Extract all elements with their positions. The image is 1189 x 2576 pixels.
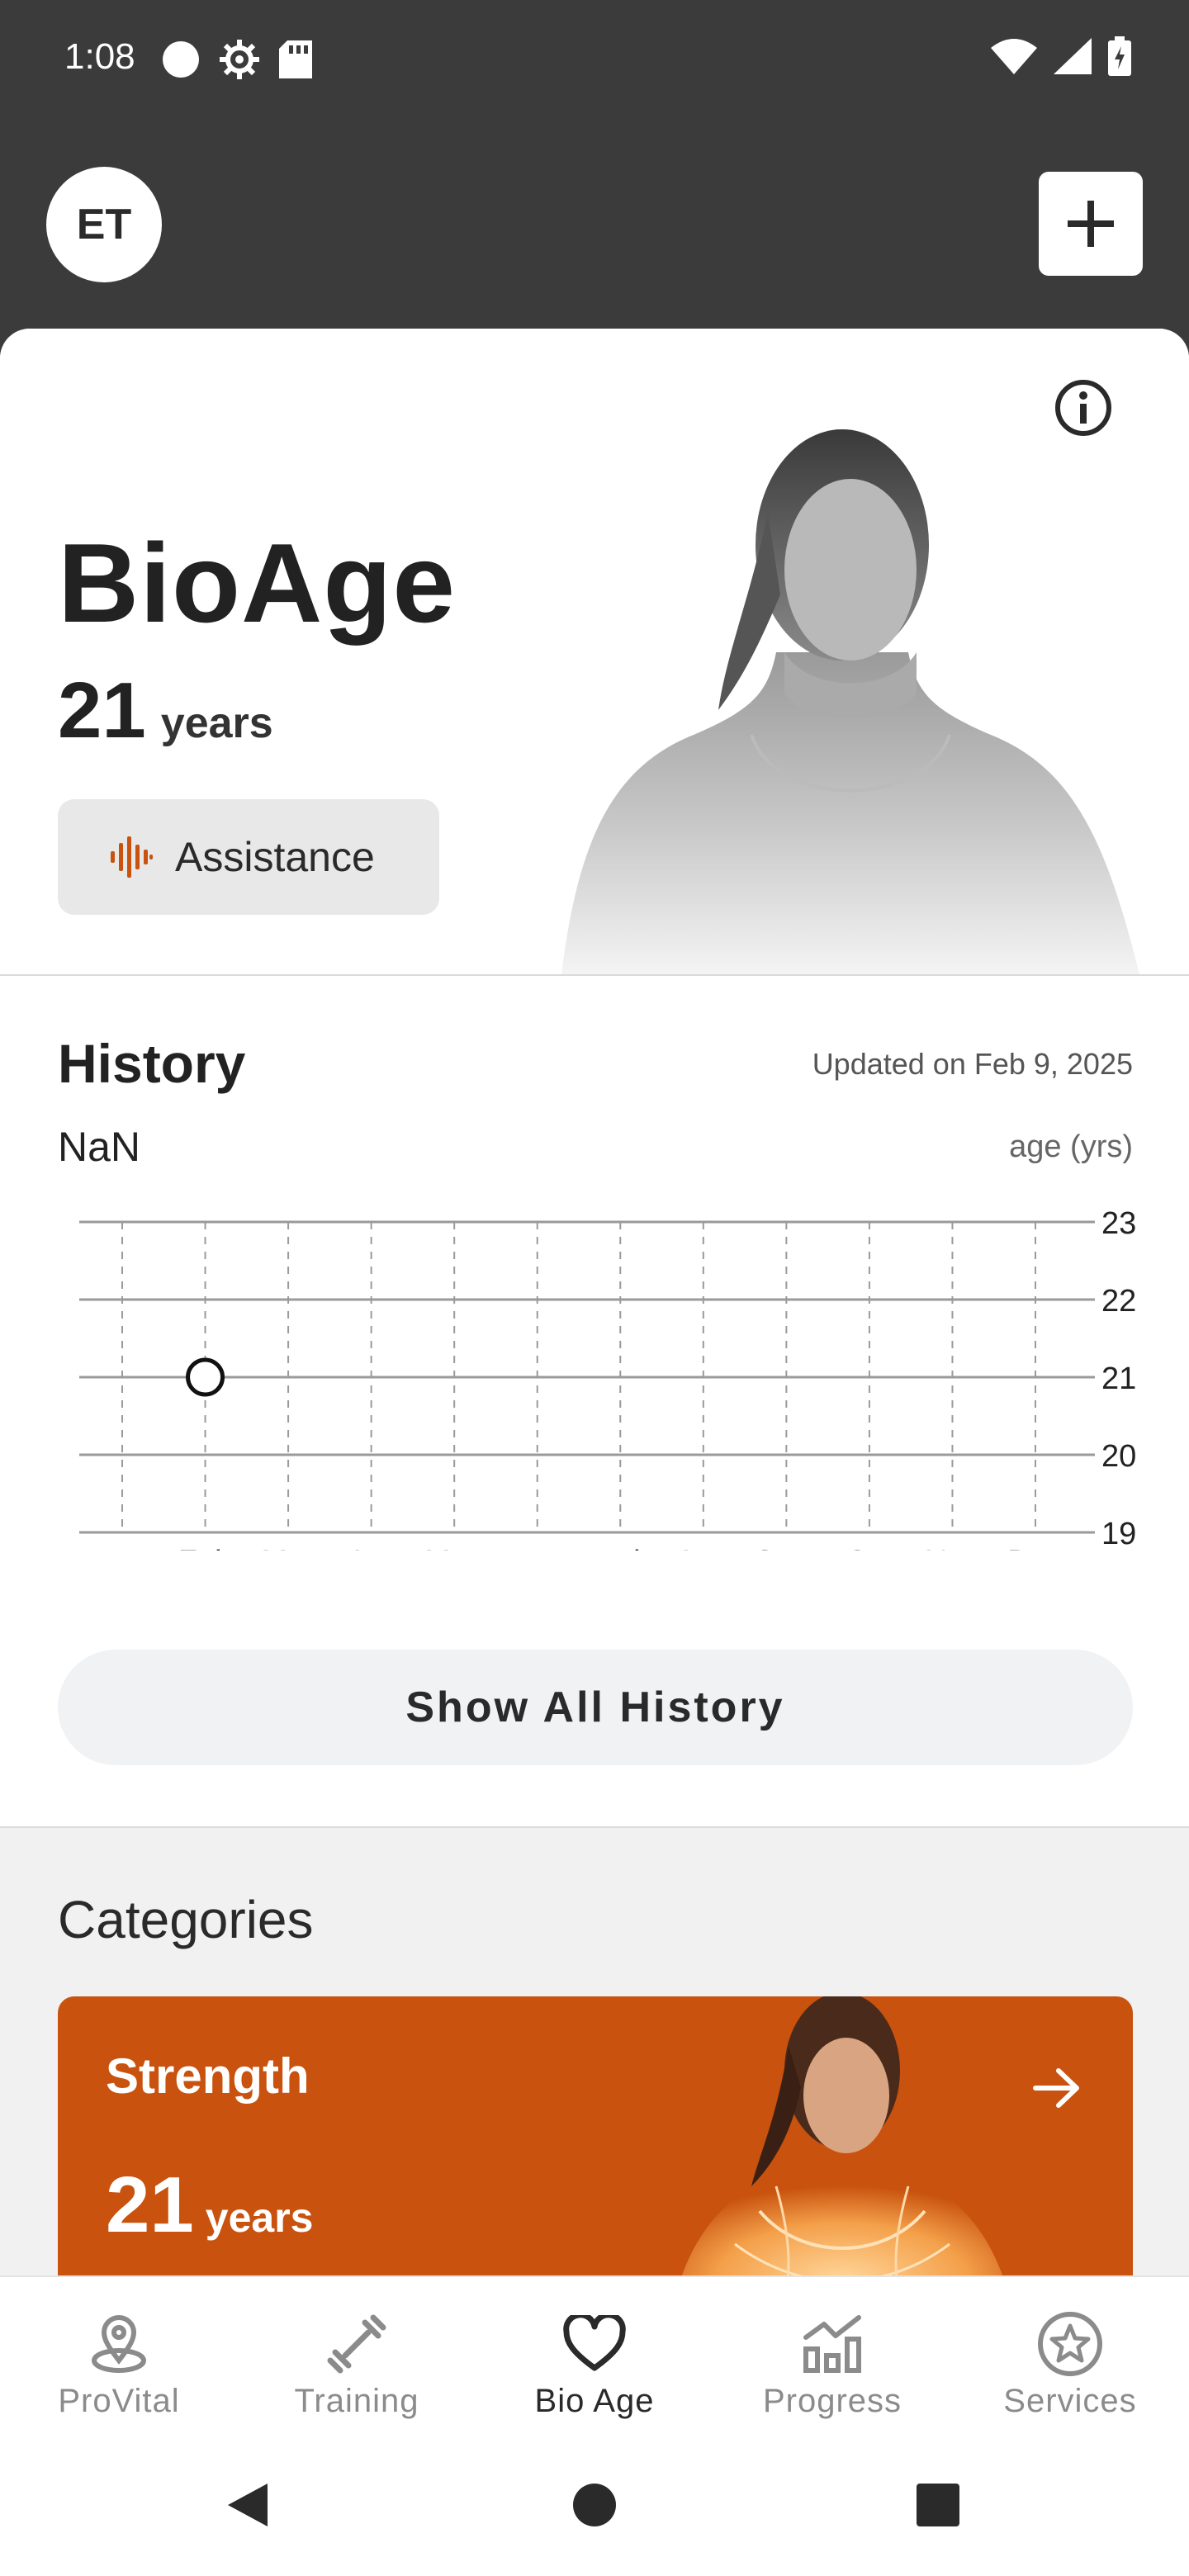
dumbbell-icon bbox=[327, 2314, 386, 2374]
assistance-button[interactable]: Assistance bbox=[58, 799, 439, 915]
bar-chart-trend-icon bbox=[803, 2315, 861, 2373]
x-tick-label: Oct bbox=[845, 1545, 894, 1551]
history-chart: 19 20 21 22 23 Jan Feb Mar Apr May Jun Jul Aug Sept Oc… bbox=[79, 1206, 1136, 1551]
add-button[interactable] bbox=[1039, 172, 1143, 276]
y-tick-label: 22 bbox=[1101, 1284, 1136, 1319]
age-unit: years bbox=[160, 699, 273, 747]
updated-date: Updated on Feb 9, 2025 bbox=[812, 1047, 1133, 1081]
wifi-icon bbox=[991, 39, 1037, 74]
y-tick-label: 21 bbox=[1101, 1361, 1136, 1396]
nav-label-progress: Progress bbox=[762, 2383, 902, 2419]
star-badge-icon bbox=[1038, 2312, 1102, 2376]
nav-label-services: Services bbox=[1003, 2383, 1137, 2419]
x-tick-label: Dec bbox=[1007, 1545, 1063, 1551]
category-age-unit: years bbox=[205, 2195, 314, 2241]
y-tick-label: 23 bbox=[1101, 1206, 1136, 1241]
info-icon[interactable] bbox=[1054, 378, 1113, 438]
avatar-initials: ET bbox=[76, 201, 132, 249]
nav-item-progress[interactable]: Progress bbox=[713, 2277, 951, 2451]
pin-user-icon bbox=[92, 2315, 146, 2373]
battery-charging-icon bbox=[1108, 36, 1131, 76]
axis-unit-label: age (yrs) bbox=[1009, 1129, 1133, 1164]
category-age-number: 21 bbox=[106, 2161, 194, 2249]
nav-item-bio-age[interactable]: Bio Age bbox=[476, 2277, 713, 2451]
x-tick-label: Feb bbox=[178, 1545, 232, 1551]
woman-hero-image bbox=[561, 429, 1139, 974]
recents-icon[interactable] bbox=[915, 2479, 961, 2531]
category-title: Strength bbox=[106, 2048, 310, 2104]
x-tick-label: Nov bbox=[925, 1545, 981, 1551]
plus-icon bbox=[1068, 201, 1114, 247]
status-bar: 1:08 bbox=[0, 0, 1189, 124]
status-icons-left bbox=[162, 38, 312, 81]
age-number: 21 bbox=[58, 666, 146, 755]
system-nav-bar bbox=[0, 2449, 1189, 2576]
current-value: NaN bbox=[58, 1124, 141, 1170]
status-time: 1:08 bbox=[64, 36, 135, 77]
muscle-figure-image bbox=[681, 1996, 1003, 2277]
heart-icon bbox=[563, 2315, 626, 2371]
voice-wave-icon bbox=[111, 836, 153, 878]
x-tick-label: Sept bbox=[754, 1545, 819, 1551]
categories-title: Categories bbox=[58, 1890, 314, 1949]
home-icon[interactable] bbox=[570, 2479, 619, 2531]
x-tick-label: Apr bbox=[347, 1545, 396, 1551]
bottom-nav: ProVital Training Bio Age Progress Servi… bbox=[0, 2275, 1189, 2451]
sd-card-icon bbox=[279, 40, 312, 78]
nav-item-training[interactable]: Training bbox=[238, 2277, 476, 2451]
nav-item-services[interactable]: Services bbox=[951, 2277, 1189, 2451]
history-section: History Updated on Feb 9, 2025 NaN age (… bbox=[0, 976, 1189, 1828]
x-tick-label: Jan bbox=[97, 1545, 147, 1551]
back-icon[interactable] bbox=[221, 2479, 274, 2531]
avatar[interactable]: ET bbox=[46, 167, 162, 282]
history-title: History bbox=[58, 1033, 246, 1094]
circle-notification-icon bbox=[163, 41, 199, 78]
nav-item-provital[interactable]: ProVital bbox=[0, 2277, 238, 2451]
bioage-value: 21 years bbox=[58, 665, 273, 756]
nav-label-bio-age: Bio Age bbox=[534, 2383, 655, 2419]
category-card-strength[interactable]: Strength 21 years bbox=[58, 1996, 1133, 2277]
signal-icon bbox=[1054, 38, 1092, 74]
y-tick-label: 20 bbox=[1101, 1439, 1136, 1474]
x-tick-label: Jun bbox=[512, 1545, 562, 1551]
assistance-label: Assistance bbox=[175, 834, 375, 880]
settings-gear-icon bbox=[220, 40, 259, 79]
nav-label-training: Training bbox=[294, 2383, 419, 2419]
show-all-history-button[interactable]: Show All History bbox=[58, 1650, 1133, 1765]
bioage-hero: BioAge 21 years Assistance bbox=[0, 329, 1189, 976]
main-sheet: BioAge 21 years Assistance History Updat… bbox=[0, 329, 1189, 2277]
x-tick-label: Aug bbox=[675, 1545, 732, 1551]
data-point bbox=[186, 1357, 225, 1397]
x-tick-label: Mar bbox=[261, 1545, 315, 1551]
arrow-right-icon bbox=[1033, 2068, 1079, 2108]
y-tick-label: 19 bbox=[1101, 1517, 1136, 1551]
page-title: BioAge bbox=[58, 520, 456, 646]
x-tick-label: Jul bbox=[600, 1545, 641, 1551]
category-age: 21 years bbox=[106, 2160, 313, 2251]
x-tick-label: May bbox=[424, 1545, 484, 1551]
nav-label-provital: ProVital bbox=[58, 2383, 180, 2419]
status-icons-right bbox=[991, 36, 1131, 76]
